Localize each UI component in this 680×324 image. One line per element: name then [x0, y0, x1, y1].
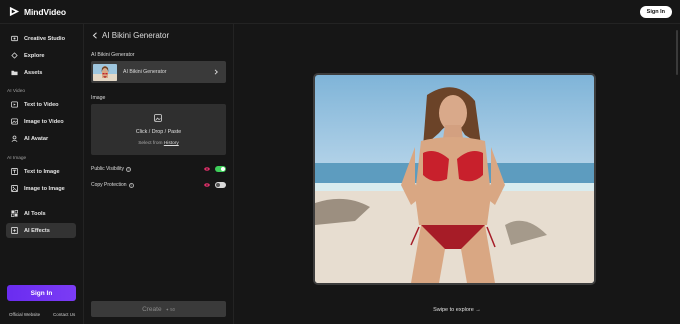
- sidebar-item-image-to-image[interactable]: Image to Image: [6, 181, 76, 196]
- credits-cost: ✦ 50: [165, 306, 175, 312]
- sidebar-item-ai-tools[interactable]: AI Tools: [6, 206, 76, 221]
- top-bar: MindVideo Sign In: [0, 0, 680, 24]
- preview-image[interactable]: [313, 73, 596, 285]
- create-button[interactable]: Create ✦ 50: [91, 301, 226, 317]
- sidebar-item-label: Text to Video: [24, 101, 59, 108]
- panel-header: AI Bikini Generator: [92, 31, 169, 40]
- sidebar-item-label: Image to Image: [24, 185, 65, 192]
- page-title: AI Bikini Generator: [102, 31, 170, 40]
- sidebar-item-label: AI Effects: [24, 227, 50, 234]
- preview-illustration: [315, 75, 594, 283]
- sidebar-item-label: Text to Image: [24, 168, 60, 175]
- sidebar-item-label: Image to Video: [24, 118, 64, 125]
- sidebar-item-text-to-video[interactable]: Text to Video: [6, 97, 76, 112]
- sidebar-item-label: AI Tools: [24, 210, 46, 217]
- swipe-arrow-icon: →: [475, 307, 481, 313]
- sidebar-item-ai-effects[interactable]: AI Effects: [6, 223, 76, 238]
- model-selector[interactable]: AI Bikini Generator: [91, 61, 226, 83]
- image-upload-dropzone[interactable]: Click / Drop / Paste Select from History: [91, 104, 226, 155]
- credits-value: 50: [170, 306, 175, 312]
- avatar-icon: [11, 135, 18, 142]
- help-icon[interactable]: ?: [128, 182, 134, 188]
- sidebar-item-label: Creative Studio: [24, 35, 66, 42]
- chevron-right-icon: [214, 69, 218, 75]
- sidebar-signin-button[interactable]: Sign In: [7, 285, 76, 301]
- model-thumbnail: [93, 63, 117, 81]
- studio-icon: [11, 35, 18, 42]
- eye-icon: [204, 167, 210, 171]
- generator-panel: AI Bikini Generator AI Bikini Generator …: [84, 24, 234, 324]
- sidebar-item-creative-studio[interactable]: Creative Studio: [6, 31, 76, 46]
- copy-protection-toggle[interactable]: [215, 182, 226, 188]
- dropzone-instructions: Click / Drop / Paste: [135, 129, 182, 135]
- swipe-hint: Swipe to explore →: [234, 307, 680, 313]
- dropzone-history-hint: Select from History: [91, 141, 226, 146]
- official-website-link[interactable]: Official Website: [9, 312, 40, 317]
- sidebar-item-label: Assets: [24, 69, 43, 76]
- history-prefix-text: Select from: [138, 141, 163, 146]
- sidebar-item-text-to-image[interactable]: Text to Image: [6, 164, 76, 179]
- model-name: AI Bikini Generator: [123, 69, 167, 75]
- app-name: MindVideo: [24, 6, 66, 17]
- copy-protection-label: Copy Protection: [91, 182, 127, 188]
- header-signin-button[interactable]: Sign In: [639, 6, 672, 18]
- image-label: Image: [91, 95, 106, 101]
- sidebar-item-image-to-video[interactable]: Image to Video: [6, 114, 76, 129]
- history-link[interactable]: History: [164, 141, 179, 146]
- text-video-icon: [11, 101, 18, 108]
- effects-icon: [11, 227, 18, 234]
- model-label: AI Bikini Generator: [91, 52, 135, 58]
- image-image-icon: [11, 185, 18, 192]
- section-label-ai-image: AI Image: [7, 156, 27, 161]
- sidebar-item-label: AI Avatar: [24, 135, 49, 142]
- scrollbar[interactable]: [676, 30, 678, 75]
- assets-icon: [11, 70, 18, 76]
- image-video-icon: [11, 118, 18, 125]
- mindvideo-logo-icon: [9, 6, 20, 17]
- help-icon[interactable]: ?: [125, 166, 131, 172]
- back-arrow-icon[interactable]: [92, 32, 98, 39]
- logo[interactable]: MindVideo: [9, 6, 66, 17]
- sidebar: Creative Studio Explore Assets AI Video …: [0, 24, 84, 324]
- sidebar-item-assets[interactable]: Assets: [6, 65, 76, 80]
- section-label-ai-video: AI Video: [7, 89, 26, 94]
- copy-protection-row: Copy Protection ?: [91, 182, 134, 188]
- image-upload-icon: [154, 114, 162, 122]
- sidebar-item-explore[interactable]: Explore: [6, 48, 76, 63]
- create-label: Create: [142, 305, 162, 313]
- tools-icon: [11, 210, 18, 217]
- public-visibility-label: Public Visibility: [91, 166, 124, 172]
- sidebar-item-label: Explore: [24, 52, 45, 59]
- preview-area: Swipe to explore →: [234, 24, 680, 324]
- text-image-icon: [11, 168, 18, 175]
- sidebar-item-ai-avatar[interactable]: AI Avatar: [6, 131, 76, 146]
- contact-us-link[interactable]: Contact Us: [53, 312, 75, 317]
- explore-icon: [11, 52, 18, 59]
- swipe-hint-label: Swipe to explore: [433, 307, 474, 313]
- eye-icon: [204, 183, 210, 187]
- public-visibility-row: Public Visibility ?: [91, 166, 131, 172]
- public-visibility-toggle[interactable]: [215, 166, 226, 172]
